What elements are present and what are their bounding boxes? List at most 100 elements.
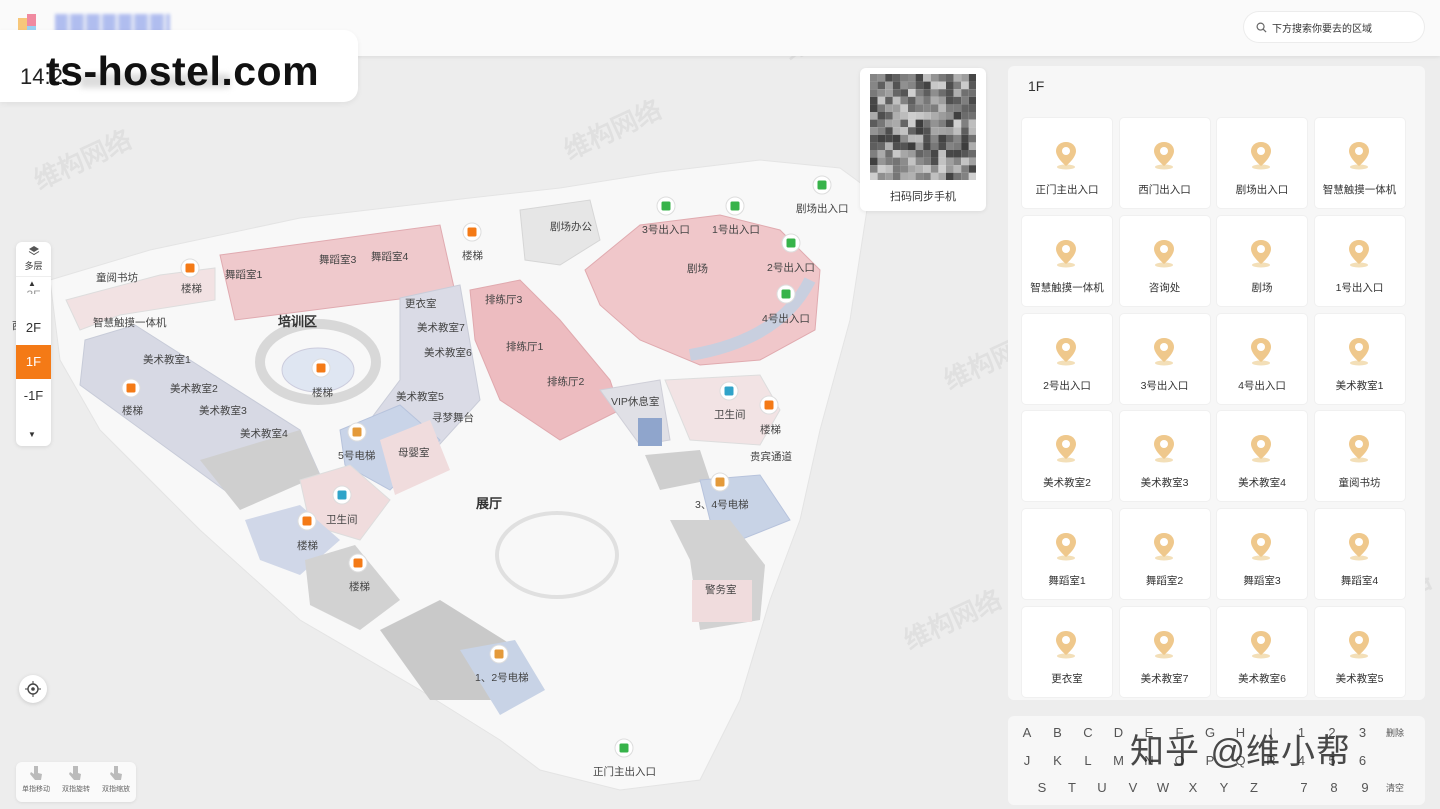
stairs-icon[interactable]	[462, 222, 482, 242]
label-theatre-exit: 剧场出入口	[796, 202, 849, 215]
keyboard-key[interactable]: L	[1076, 750, 1100, 772]
keyboard-key[interactable]: V	[1121, 777, 1145, 799]
exit-icon[interactable]	[614, 738, 634, 758]
keyboard-key[interactable]: 6	[1351, 750, 1375, 772]
poi-item[interactable]: 3号出入口	[1119, 313, 1210, 404]
keyboard-key[interactable]: A	[1015, 722, 1039, 744]
location-pin-icon	[1348, 631, 1369, 659]
search-icon	[1256, 22, 1267, 33]
poi-item[interactable]: 正门主出入口	[1022, 118, 1112, 208]
exit-icon[interactable]	[776, 284, 796, 304]
label-hall: 展厅	[476, 496, 502, 511]
label-stairs-training: 楼梯	[312, 386, 333, 399]
poi-label: 咨询处	[1148, 281, 1181, 294]
location-pin-icon	[1153, 142, 1174, 170]
poi-item[interactable]: 美术教室5	[1314, 607, 1405, 697]
stairs-icon[interactable]	[180, 258, 200, 278]
poi-item[interactable]: 美术教室3	[1119, 411, 1210, 502]
keyboard-key[interactable]: 9	[1353, 777, 1377, 799]
poi-item[interactable]: 西门出入口	[1119, 118, 1210, 208]
restroom-icon[interactable]	[332, 485, 352, 505]
keyboard-key[interactable]: Y	[1212, 777, 1236, 799]
poi-label: 美术教室7	[1140, 673, 1189, 685]
exit-icon[interactable]	[656, 196, 676, 216]
label-theatre-office: 剧场办公	[550, 220, 592, 233]
label-restroom-west: 卫生间	[326, 513, 358, 526]
poi-label: 舞蹈室2	[1145, 575, 1184, 588]
poi-item[interactable]: 美术教室1	[1314, 313, 1405, 404]
label-children-books: 童阅书坊	[96, 271, 138, 284]
label-exit4: 4号出入口	[762, 312, 810, 325]
poi-label: 更衣室	[1051, 673, 1083, 685]
keyboard-key[interactable]: 3	[1351, 722, 1375, 744]
elevator-icon[interactable]	[347, 422, 367, 442]
elevator-icon[interactable]	[489, 644, 509, 664]
poi-item[interactable]: 美术教室6	[1217, 607, 1307, 697]
keyboard-key[interactable]: Z	[1242, 777, 1266, 799]
poi-item[interactable]: 4号出入口	[1217, 313, 1307, 404]
poi-item[interactable]: 智慧触摸一体机	[1314, 118, 1405, 208]
keyboard-key[interactable]: 删除	[1380, 722, 1410, 744]
poi-item[interactable]: 美术教室7	[1119, 607, 1210, 697]
keyboard-key[interactable]: U	[1090, 777, 1114, 799]
search-box[interactable]: 下方搜索你要去的区域	[1244, 12, 1424, 42]
qr-card[interactable]: 扫码同步手机	[860, 68, 986, 211]
poi-label: 美术教室2	[1043, 477, 1091, 490]
poi-item[interactable]: 更衣室	[1022, 607, 1112, 697]
keyboard-key[interactable]: C	[1076, 722, 1100, 744]
keyboard-key[interactable]: B	[1046, 722, 1070, 744]
exit-icon[interactable]	[725, 196, 745, 216]
location-pin-icon	[1056, 239, 1076, 268]
location-pin-icon	[1153, 337, 1174, 366]
elevator-icon[interactable]	[710, 472, 730, 492]
multi-layer-button[interactable]: 多层	[16, 242, 51, 276]
poi-item[interactable]: 舞蹈室4	[1314, 509, 1405, 600]
keyboard-key[interactable]: X	[1181, 777, 1205, 799]
exit-icon[interactable]	[781, 233, 801, 253]
poi-label: 舞蹈室3	[1243, 575, 1281, 588]
poi-label: 1号出入口	[1335, 281, 1384, 294]
poi-item[interactable]: 剧场出入口	[1217, 118, 1307, 208]
poi-item[interactable]: 智慧触摸一体机	[1022, 215, 1112, 306]
poi-item[interactable]: 1号出入口	[1314, 215, 1405, 306]
locate-button[interactable]	[19, 675, 47, 703]
poi-item[interactable]: 2号出入口	[1022, 313, 1112, 404]
poi-item[interactable]: 剧场	[1217, 215, 1307, 306]
poi-item[interactable]: 舞蹈室3	[1217, 509, 1307, 600]
label-stairs-east: 楼梯	[760, 423, 781, 436]
keyboard-key[interactable]: S	[1030, 777, 1054, 799]
exit-icon[interactable]	[812, 175, 832, 195]
label-exit1: 1号出入口	[712, 223, 760, 236]
poi-item[interactable]: 童阅书坊	[1314, 411, 1405, 502]
stairs-icon[interactable]	[311, 358, 331, 378]
poi-item[interactable]: 舞蹈室2	[1119, 509, 1210, 600]
floor-2f[interactable]: 2F	[16, 311, 51, 345]
label-art6: 美术教室6	[424, 346, 472, 359]
label-stairs-south: 楼梯	[349, 580, 370, 593]
keyboard-key[interactable]: 清空	[1380, 777, 1410, 799]
poi-item[interactable]: 舞蹈室1	[1022, 509, 1112, 600]
floor-b1[interactable]: -1F	[16, 379, 51, 413]
location-pin-icon	[1348, 435, 1369, 463]
stairs-icon[interactable]	[759, 395, 779, 415]
restroom-icon[interactable]	[719, 381, 739, 401]
keyboard-key[interactable]: 8	[1322, 777, 1346, 799]
stairs-icon[interactable]	[297, 511, 317, 531]
keyboard-key[interactable]: W	[1151, 777, 1175, 799]
floor-1f[interactable]: 1F	[16, 345, 51, 379]
keyboard-key[interactable]: D	[1107, 722, 1131, 744]
keyboard-key[interactable]: K	[1046, 750, 1070, 772]
one-finger-icon	[30, 766, 42, 780]
poi-item[interactable]: 美术教室2	[1022, 411, 1112, 502]
keyboard-key[interactable]: 7	[1292, 777, 1316, 799]
layers-icon	[28, 246, 39, 256]
keyboard-key[interactable]: T	[1060, 777, 1084, 799]
poi-item[interactable]: 美术教室4	[1217, 411, 1307, 502]
keyboard-key[interactable]: J	[1015, 750, 1039, 772]
stairs-icon[interactable]	[348, 553, 368, 573]
keyboard-key[interactable]: M	[1107, 750, 1131, 772]
floor-down-arrow-icon[interactable]: ▼	[28, 430, 36, 439]
stairs-icon[interactable]	[121, 378, 141, 398]
floor-3f[interactable]: 3F	[16, 280, 51, 294]
poi-item[interactable]: 咨询处	[1119, 215, 1210, 306]
